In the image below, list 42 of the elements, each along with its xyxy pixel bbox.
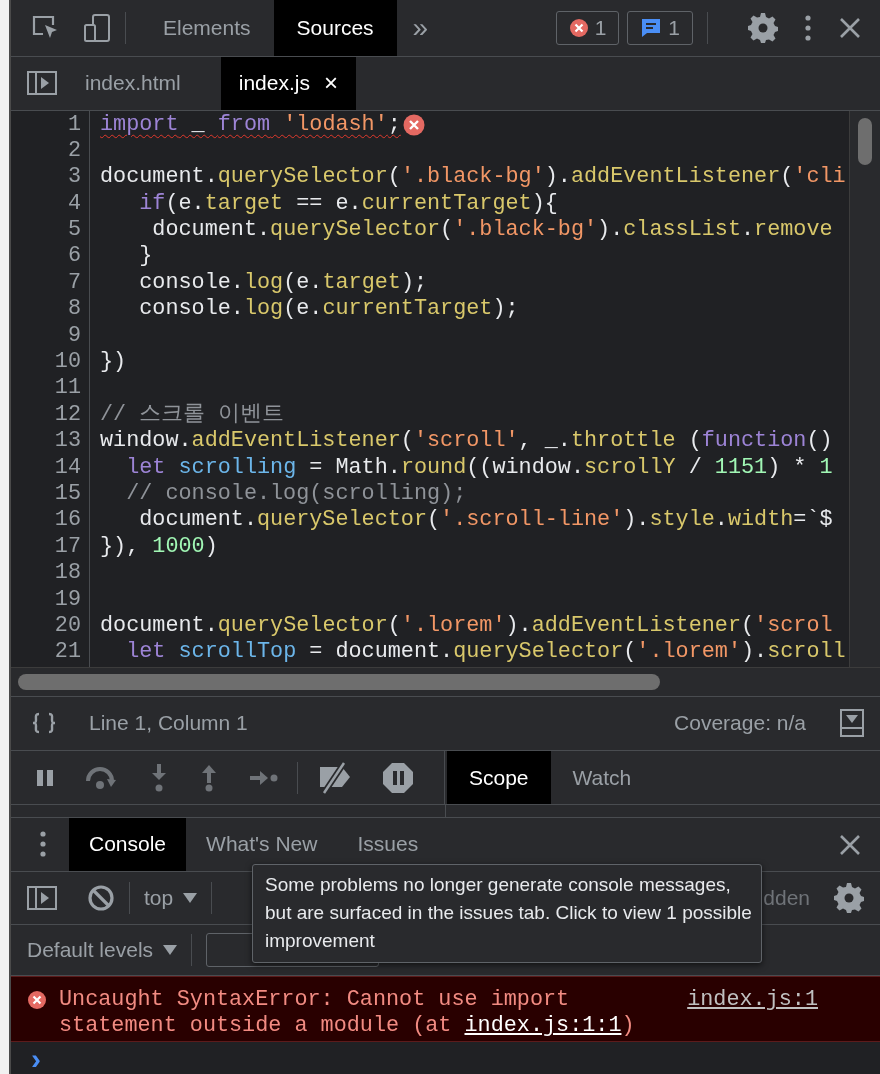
code-line: // console.log(scrolling); [125, 481, 467, 508]
code-line: let scrolling = Math.round((window.scrollY / 1151) * 1 [125, 454, 833, 481]
line-number: 3 [66, 164, 82, 191]
code-line: let scrollTop = document.querySelector('.lorem').scroll [125, 639, 846, 666]
line-number: 8 [66, 296, 82, 323]
code-line: // 스크롤 이벤트 [100, 401, 285, 429]
line-number: 16 [53, 507, 82, 534]
line-number: 4 [66, 190, 82, 218]
line-number: 17 [53, 533, 82, 561]
code-line: }) [100, 349, 127, 376]
code-line: if(e.target == e.currentTarget){ [138, 190, 558, 218]
line-number: 21 [53, 639, 82, 666]
line-number: 1 [66, 111, 82, 138]
cursor-position: Line 1, Column 1 [89, 711, 248, 736]
error-message: Uncaught SyntaxError: Cannot use import statement outside a module (at index.js:1:1) [59, 987, 636, 1040]
line-number: 12 [53, 401, 82, 429]
code-line: document.querySelector('.black-bg').addEventListener('cli [100, 164, 846, 191]
line-number: 5 [66, 217, 82, 244]
line-number: 15 [53, 481, 82, 508]
line-number: 6 [66, 243, 82, 270]
code-line: } [138, 243, 153, 270]
line-number: 7 [66, 269, 82, 297]
code-line: window.addEventListener('scroll', _.throttle (function() [100, 428, 833, 455]
code-line: document.querySelector('.scroll-line').style.width=`$ [138, 507, 833, 534]
coverage-label: Coverage: n/a [674, 711, 806, 736]
code-line: console.log(e.currentTarget); [138, 296, 519, 323]
hidden-count-label: dden [763, 885, 810, 910]
line-number: 2 [66, 137, 82, 165]
code-line: }), 1000) [100, 533, 218, 561]
line-number: 10 [53, 349, 82, 376]
code-line: document.querySelector('.lorem').addEventListener('scrol [100, 612, 833, 640]
tooltip: Some problems no longer generate console messages, but are surfaced in the issues tab. Click to view 1 possible improvement [252, 864, 762, 963]
line-number: 13 [53, 428, 82, 455]
line-number: 9 [66, 322, 82, 350]
code-line: console.log(e.target); [138, 269, 428, 297]
line-number: 11 [53, 375, 82, 402]
line-number: 18 [53, 560, 82, 587]
line-number: 19 [53, 586, 82, 613]
line-number: 20 [53, 612, 82, 640]
line-number: 14 [53, 454, 82, 481]
code-line: document.querySelector('.black-bg').classList.remove [151, 217, 833, 244]
code-line: import _ from 'lodash'; [100, 111, 401, 138]
